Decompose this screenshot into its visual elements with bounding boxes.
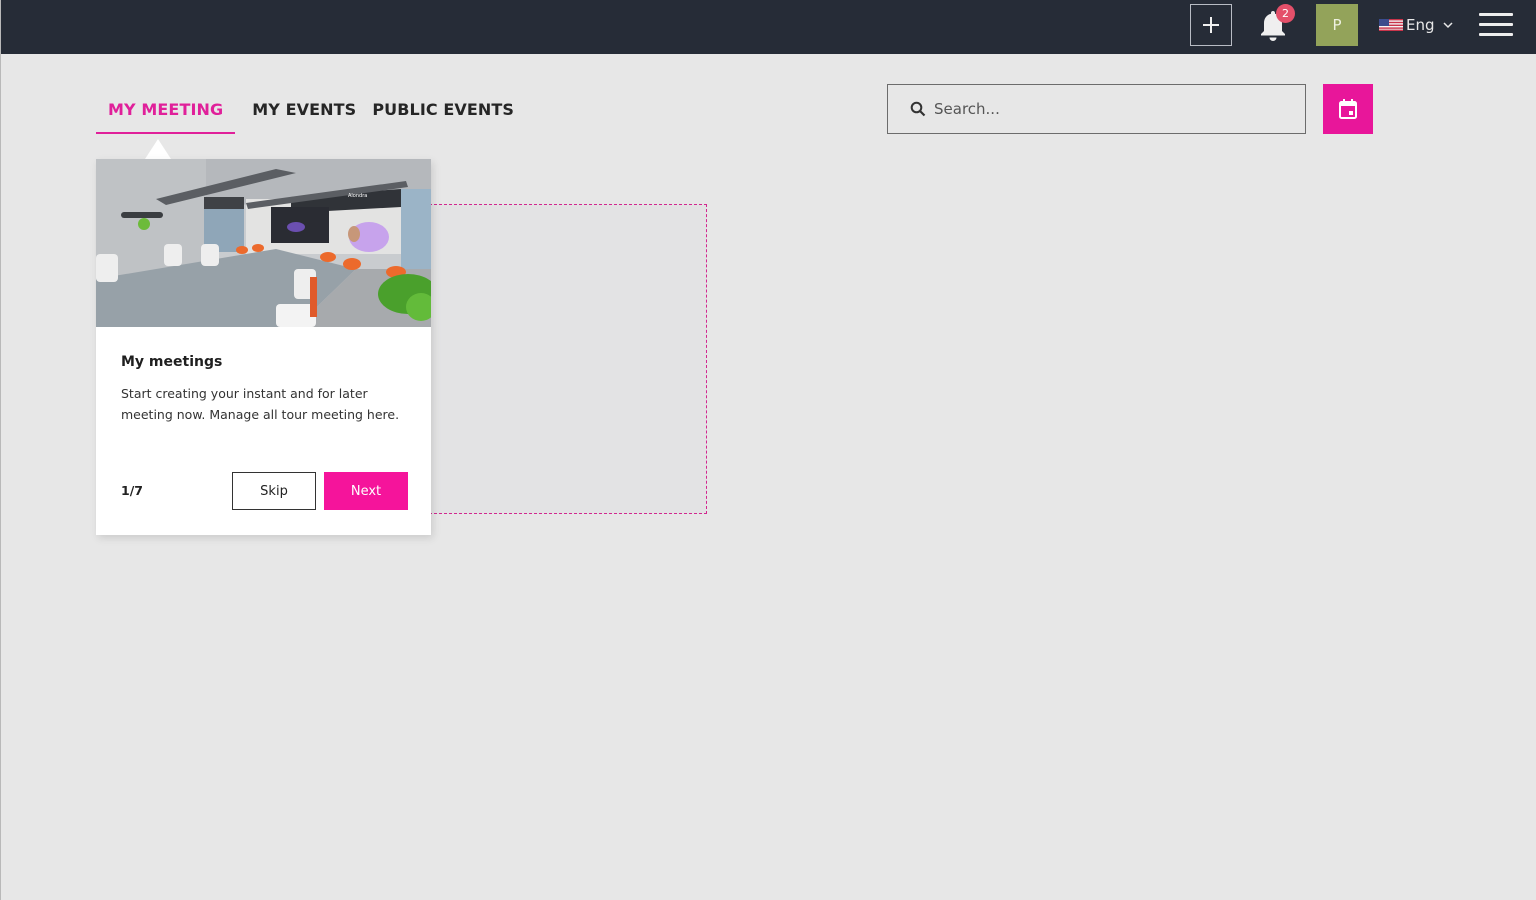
- menu-line: [1479, 33, 1513, 36]
- language-selector[interactable]: Eng: [1379, 14, 1454, 36]
- tour-description: Start creating your instant and for late…: [121, 386, 400, 422]
- chevron-down-icon: [1442, 22, 1453, 29]
- menu-line: [1479, 23, 1513, 26]
- top-navigation-bar: 2 P Eng: [1, 0, 1536, 54]
- calendar-button[interactable]: [1323, 84, 1373, 134]
- language-label: Eng: [1406, 16, 1435, 34]
- hamburger-menu-button[interactable]: [1479, 13, 1513, 37]
- tour-title: My meetings: [121, 354, 223, 370]
- search-input[interactable]: [934, 100, 1274, 118]
- next-button[interactable]: Next: [324, 472, 408, 510]
- notification-count-badge: 2: [1276, 4, 1295, 23]
- search-icon: [910, 101, 926, 117]
- skip-button[interactable]: Skip: [232, 472, 316, 510]
- us-flag-icon: [1379, 19, 1403, 31]
- events-tabs: MY MEETING MY EVENTS PUBLIC EVENTS: [96, 86, 526, 134]
- tour-popover: Alondra My meetings Start creating your …: [96, 159, 431, 535]
- tour-highlight-area: [419, 204, 707, 514]
- meeting-room-image: Alondra: [96, 159, 431, 327]
- search-box: [887, 84, 1306, 134]
- tour-step-counter: 1/7: [121, 483, 143, 498]
- tab-public-events[interactable]: PUBLIC EVENTS: [364, 86, 526, 134]
- tab-my-events[interactable]: MY EVENTS: [240, 86, 364, 134]
- menu-line: [1479, 13, 1513, 16]
- avatar-name-tag: Alondra: [348, 193, 367, 199]
- tour-pointer-arrow: [145, 139, 171, 159]
- add-button[interactable]: [1190, 4, 1232, 46]
- calendar-icon: [1339, 99, 1357, 119]
- user-avatar[interactable]: P: [1316, 4, 1358, 46]
- tab-my-meeting[interactable]: MY MEETING: [96, 86, 236, 134]
- plus-icon: [1203, 17, 1219, 33]
